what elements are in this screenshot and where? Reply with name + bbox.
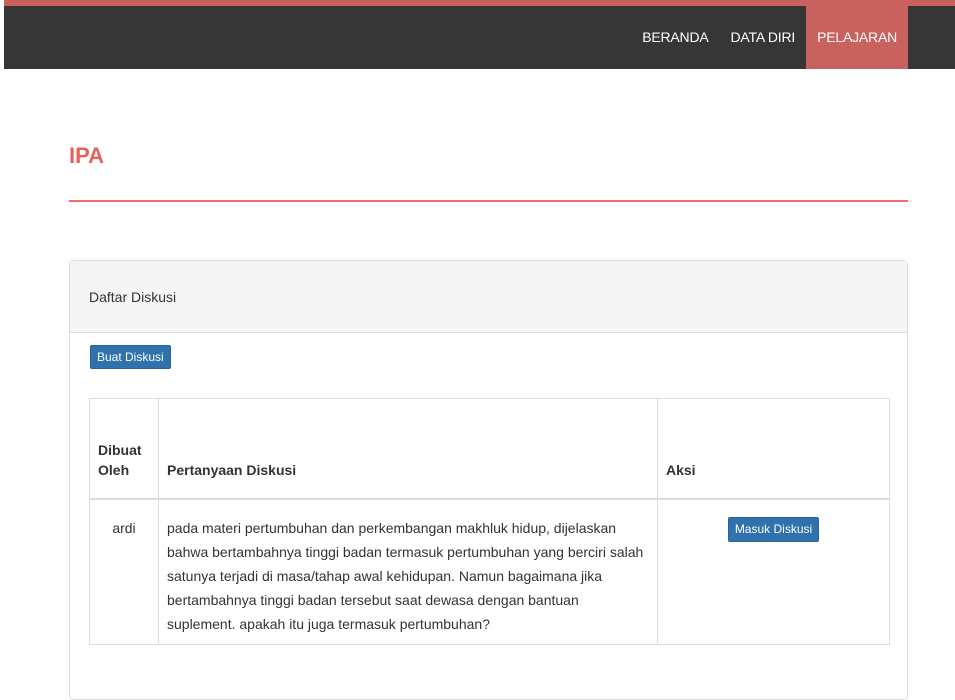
create-discussion-button[interactable]: Buat Diskusi xyxy=(90,345,171,369)
main-nav: BERANDA DATA DIRI PELAJARAN xyxy=(631,6,908,69)
table-row: ardi pada materi pertumbuhan dan perkemb… xyxy=(89,498,890,645)
column-header-question: Pertanyaan Diskusi xyxy=(158,398,658,500)
title-divider xyxy=(69,200,908,202)
nav-item-beranda[interactable]: BERANDA xyxy=(631,6,719,69)
nav-item-data-diri[interactable]: DATA DIRI xyxy=(720,6,807,69)
page-title: IPA xyxy=(69,143,105,168)
column-header-author: Dibuat Oleh xyxy=(89,398,159,500)
top-navbar: BERANDA DATA DIRI PELAJARAN xyxy=(4,0,955,69)
enter-discussion-button[interactable]: Masuk Diskusi xyxy=(727,516,820,542)
table-header-row: Dibuat Oleh Pertanyaan Diskusi Aksi xyxy=(89,398,890,500)
row-action-cell: Masuk Diskusi xyxy=(657,498,890,645)
column-header-action: Aksi xyxy=(657,398,890,500)
nav-item-pelajaran[interactable]: PELAJARAN xyxy=(806,6,908,69)
discussion-table: Dibuat Oleh Pertanyaan Diskusi Aksi ardi… xyxy=(89,398,890,645)
row-question: pada materi pertumbuhan dan perkembangan… xyxy=(158,498,658,645)
panel-heading: Daftar Diskusi xyxy=(70,261,907,333)
row-author: ardi xyxy=(89,498,159,645)
discussion-panel: Daftar Diskusi Buat Diskusi Dibuat Oleh … xyxy=(69,260,908,700)
